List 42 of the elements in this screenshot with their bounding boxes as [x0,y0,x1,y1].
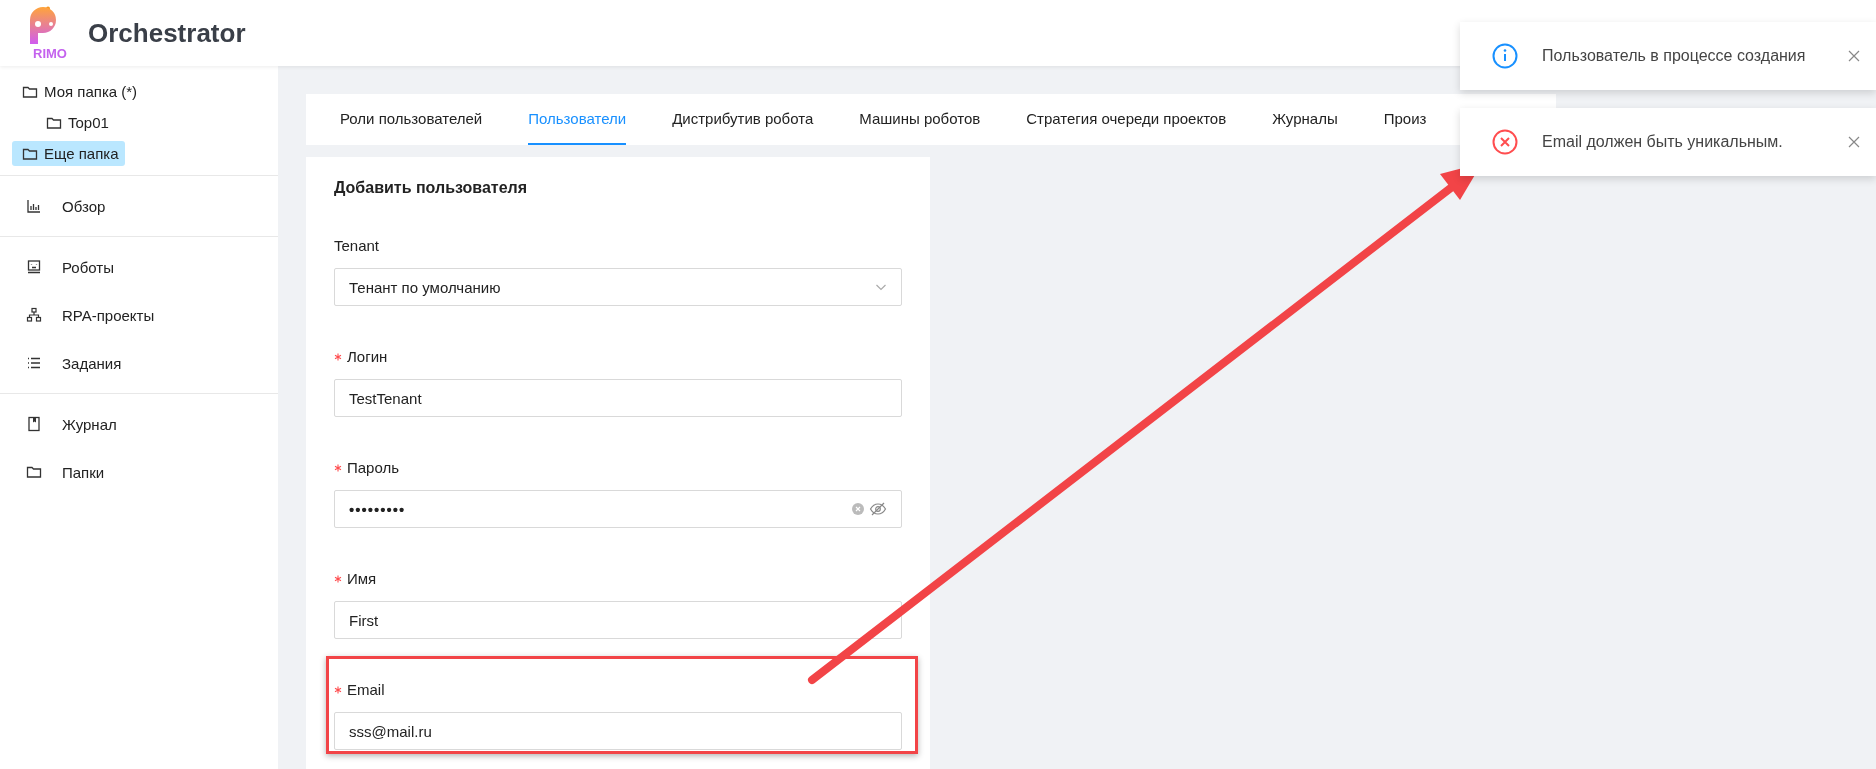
info-icon [1492,43,1518,69]
field-label: Email [334,681,385,698]
field-label: Логин [334,348,388,365]
field-label: Имя [334,570,377,587]
nav-item[interactable]: Обзор [0,182,278,230]
tab[interactable]: Дистрибутив робота [672,94,814,145]
input-field[interactable]: TestTenant [334,379,902,417]
field-label: Tenant [334,237,380,254]
clear-icon [851,502,865,516]
nav-item[interactable]: Журнал [0,400,278,448]
tab[interactable]: Роли пользователей [340,94,483,145]
folder-icon [26,464,42,480]
tab[interactable]: Стратегия очереди проектов [1026,94,1227,145]
folder-item[interactable]: Моя папка (*) [12,79,144,104]
tab[interactable]: Журналы [1272,94,1338,145]
folder-item[interactable]: Top01 [36,110,115,135]
app-title: Orchestrator [88,17,246,49]
field-label: Пароль [334,459,400,476]
error-icon [1492,129,1518,155]
tab[interactable]: Машины роботов [859,94,981,145]
nav-item[interactable]: Папки [0,448,278,496]
input-field[interactable]: sss@mail.ru [334,712,902,750]
nav-item[interactable]: RPA-проекты [0,291,278,339]
robot-icon [26,259,42,275]
book-icon [26,416,42,432]
eye-slash-icon [869,502,887,516]
notification-message: Пользователь в процессе создания [1542,47,1807,65]
form-title: Добавить пользователя [334,179,529,197]
notification-message: Email должен быть уникальным. [1542,133,1784,151]
nav-item[interactable]: Роботы [0,243,278,291]
bar-chart-icon [26,198,42,214]
list-icon [26,355,42,371]
logo-text: RIMO [33,47,67,60]
close-icon[interactable] [1848,136,1860,148]
close-icon[interactable] [1848,50,1860,62]
tab[interactable]: Произ [1383,94,1427,145]
folder-item[interactable]: Еще папка [12,141,125,166]
password-field[interactable]: ••••••••• [334,490,902,528]
select-field[interactable]: Тенант по умолчанию [334,268,902,306]
hierarchy-icon [26,307,42,323]
input-field[interactable]: First [334,601,902,639]
nav-item[interactable]: Задания [0,339,278,387]
